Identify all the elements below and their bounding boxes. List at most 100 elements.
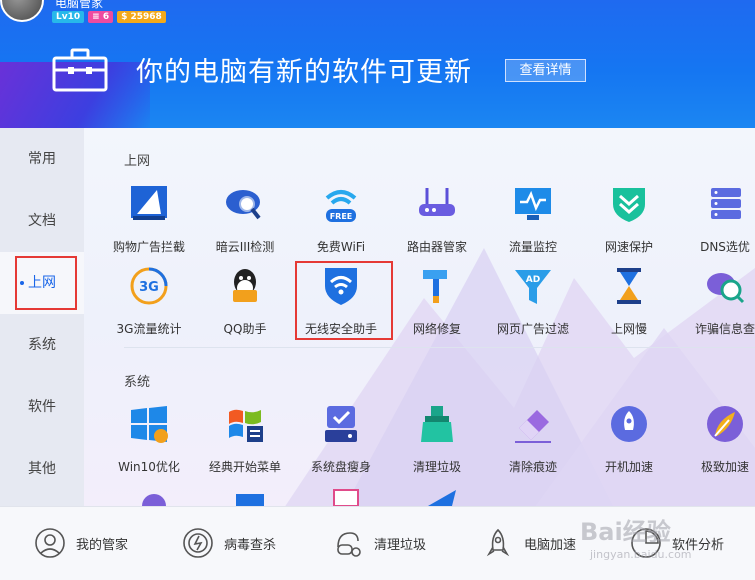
disk-slim-icon	[325, 406, 357, 442]
tool-dns[interactable]: DNS选优	[680, 182, 755, 255]
virus-scan-icon	[183, 528, 213, 558]
header-banner: 电脑管家 Lv10 ≡ 6 $ 25968 你的电脑有新的软件可更新 查看详情	[0, 0, 755, 128]
update-title: 你的电脑有新的软件可更新	[136, 57, 472, 88]
3g-stat-icon: 3G	[130, 267, 168, 305]
partial-icon	[428, 490, 456, 506]
bottom-item-label: 病毒查杀	[224, 537, 277, 553]
watermark-logo: Bai经验	[580, 518, 671, 546]
free-wifi-icon-text: FREE	[330, 212, 353, 221]
tool-label: 网页广告过滤	[496, 322, 569, 336]
tool-label: 购物广告拦截	[112, 240, 185, 254]
tool-label: QQ助手	[223, 322, 267, 336]
tool-label: 网速保护	[604, 240, 653, 254]
tool-label: 极致加速	[700, 460, 749, 474]
tool-label: 系统盘瘦身	[310, 460, 371, 474]
category-sidebar: 常用 文档 上网 系统 软件 其他	[0, 128, 84, 506]
3g-icon-text: 3G	[139, 280, 159, 295]
router-icon	[419, 188, 455, 216]
view-details-button[interactable]: 查看详情	[505, 59, 586, 82]
speed-protect-icon	[613, 188, 645, 222]
tool-grid-panel: 上网 购物广告拦截 暗云III检测 FREE 免费WiFi 路由器管家 流量监控…	[84, 128, 755, 506]
toolbox-icon	[52, 48, 108, 92]
ad-filter-icon: AD	[515, 270, 551, 304]
fraud-search-icon	[707, 273, 745, 304]
tool-3g-stat[interactable]: 3G 3G流量统计	[104, 264, 194, 337]
qq-icon	[233, 269, 257, 302]
sidebar-item-common[interactable]: 常用	[0, 128, 84, 190]
sidebar-item-documents[interactable]: 文档	[0, 190, 84, 252]
bottom-item-pc-speedup[interactable]: 电脑加速	[482, 525, 576, 561]
username: 电脑管家	[55, 0, 104, 10]
tool-label: 免费WiFi	[316, 240, 366, 254]
bottom-item-label: 电脑加速	[524, 537, 577, 553]
sidebar-item-other[interactable]: 其他	[0, 438, 84, 500]
tool-label: 上网慢	[610, 322, 647, 336]
broom-icon	[421, 406, 453, 442]
tool-ad-filter[interactable]: AD 网页广告过滤	[488, 264, 578, 337]
hammer-icon	[423, 270, 447, 303]
partial-icon	[142, 494, 166, 506]
tool-router[interactable]: 路由器管家	[392, 182, 482, 255]
tool-label: 开机加速	[604, 460, 653, 474]
dns-icon	[711, 188, 741, 219]
tool-label: 3G流量统计	[116, 322, 182, 336]
eraser-icon	[515, 410, 551, 443]
ad-icon-text: AD	[526, 275, 540, 285]
tool-label: 流量监控	[508, 240, 557, 254]
bottom-item-label: 清理垃圾	[374, 537, 427, 553]
tool-qq[interactable]: QQ助手	[200, 264, 290, 337]
sidebar-item-software[interactable]: 软件	[0, 376, 84, 438]
butler-icon	[35, 528, 65, 558]
coin-badge: $ 25968	[117, 11, 166, 23]
vip-badge: ≡ 6	[88, 11, 114, 23]
tool-traffic-monitor[interactable]: 流量监控	[488, 182, 578, 255]
tool-disk-slim[interactable]: 系统盘瘦身	[296, 402, 386, 475]
tool-label: 清理垃圾	[412, 460, 461, 474]
highlight-box-wifi-security	[295, 261, 393, 340]
tool-win10-optimize[interactable]: Win10优化	[104, 402, 194, 475]
tool-network-repair[interactable]: 网络修复	[392, 264, 482, 337]
tool-fraud-check[interactable]: 诈骗信息查	[680, 264, 755, 337]
user-badges: Lv10 ≡ 6 $ 25968	[52, 11, 166, 23]
tool-label: 暗云III检测	[215, 240, 275, 254]
bottom-item-my-butler[interactable]: 我的管家	[34, 525, 128, 561]
coin-value: 25968	[130, 12, 162, 22]
watermark-url: jingyan.baidu.com	[590, 548, 692, 561]
partial-icon	[236, 494, 264, 506]
tool-label: 网络修复	[412, 322, 461, 336]
tool-label: 诈骗信息查	[694, 322, 755, 336]
free-wifi-icon: FREE	[325, 190, 357, 222]
tool-label: DNS选优	[700, 240, 750, 254]
section-divider	[124, 347, 755, 348]
section-title-system: 系统	[124, 375, 151, 390]
tool-label: 经典开始菜单	[208, 460, 281, 474]
tool-slow-internet[interactable]: 上网慢	[584, 264, 674, 337]
vip-value: 6	[102, 12, 110, 22]
windows10-icon	[131, 406, 168, 443]
traffic-monitor-icon	[515, 188, 551, 220]
vacuum-icon	[337, 532, 361, 557]
bottom-item-label: 我的管家	[76, 537, 129, 553]
bottom-item-virus-scan[interactable]: 病毒查杀	[182, 525, 276, 561]
tool-classic-start-menu[interactable]: 经典开始菜单	[200, 402, 290, 475]
tool-label: 清除痕迹	[508, 460, 557, 474]
bottom-item-clean-junk[interactable]: 清理垃圾	[332, 525, 426, 561]
avatar[interactable]	[0, 0, 44, 22]
highlight-box-sidebar	[15, 256, 77, 310]
level-badge: Lv10	[52, 11, 85, 23]
feather-pen-icon	[707, 406, 743, 442]
hourglass-icon	[617, 268, 641, 304]
tool-ad-block[interactable]: 购物广告拦截	[104, 182, 194, 255]
cloud-scan-icon	[226, 190, 261, 220]
tool-clear-traces[interactable]: 清除痕迹	[488, 402, 578, 475]
tool-extreme-speedup[interactable]: 极致加速	[680, 402, 755, 475]
tool-free-wifi[interactable]: FREE 免费WiFi	[296, 182, 386, 255]
partial-icon	[333, 489, 359, 506]
tool-boot-speedup[interactable]: 开机加速	[584, 402, 674, 475]
tool-speed-protect[interactable]: 网速保护	[584, 182, 674, 255]
tool-label: 路由器管家	[406, 240, 467, 254]
section-title-internet: 上网	[124, 154, 151, 169]
sidebar-item-system[interactable]: 系统	[0, 314, 84, 376]
tool-cloud-scan[interactable]: 暗云III检测	[200, 182, 290, 255]
tool-clean-junk[interactable]: 清理垃圾	[392, 402, 482, 475]
